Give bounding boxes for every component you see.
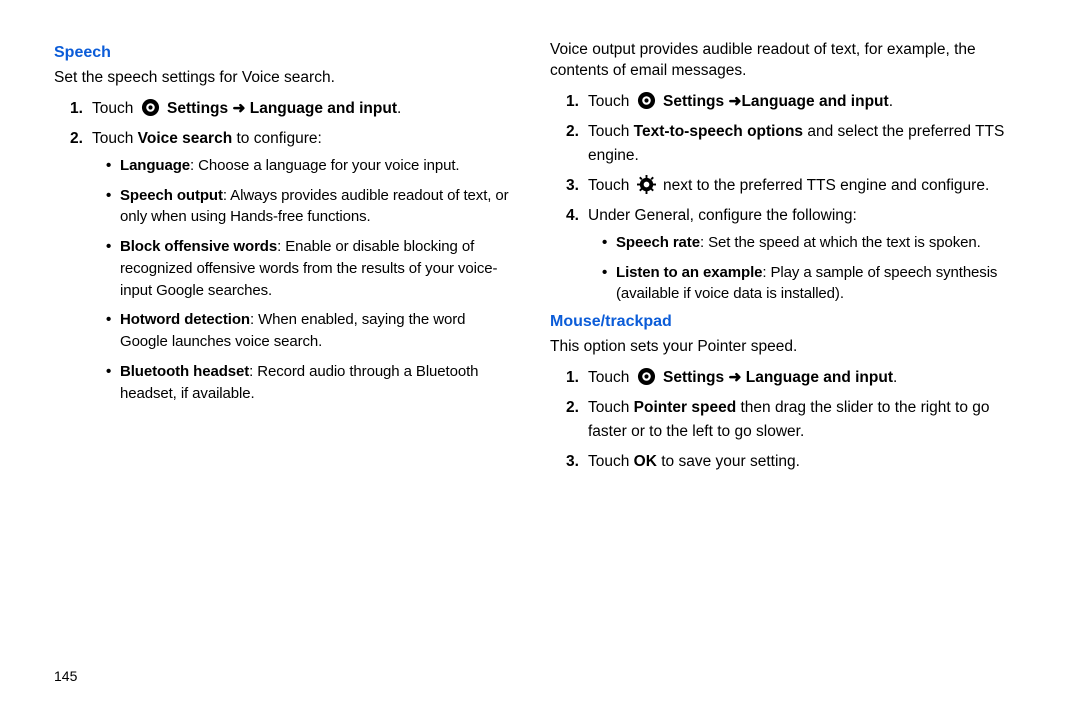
- bold-tts-options: Text-to-speech options: [634, 123, 803, 140]
- body-text: next to the preferred TTS engine and con…: [663, 177, 989, 194]
- body-text: Touch: [588, 399, 634, 416]
- body-text: Touch: [588, 123, 634, 140]
- step-number: 2.: [566, 120, 579, 144]
- list-item: Bluetooth headset: Record audio through …: [106, 361, 514, 405]
- list-item: Hotword detection: When enabled, saying …: [106, 309, 514, 353]
- speech-steps: 1. Touch Settings ➜ Language and input. …: [54, 97, 514, 405]
- list-item: Block offensive words: Enable or disable…: [106, 236, 514, 301]
- page-number: 145: [54, 668, 77, 684]
- general-bullets: Speech rate: Set the speed at which the …: [588, 232, 1026, 305]
- bold-pointer-speed: Pointer speed: [634, 399, 737, 416]
- list-item: Speech rate: Set the speed at which the …: [602, 232, 1026, 254]
- step-3: 3. Touch: [566, 174, 1026, 198]
- heading-mouse-trackpad: Mouse/trackpad: [550, 313, 1026, 331]
- body-text: to save your setting.: [657, 453, 800, 470]
- bullet-bold: Speech output: [120, 187, 223, 204]
- bold-lang-input: Language and input: [245, 100, 397, 117]
- step-number: 3.: [566, 174, 579, 198]
- step-number: 4.: [566, 204, 579, 228]
- gear-icon: [637, 175, 656, 194]
- bold-ok: OK: [634, 453, 657, 470]
- step-1: 1. Touch Settings ➜Language and input.: [566, 90, 1026, 114]
- body-text: Touch: [92, 130, 138, 147]
- step-1: 1. Touch Settings ➜ Language and input.: [566, 366, 1026, 390]
- body-text: Touch: [92, 100, 138, 117]
- mouse-steps: 1. Touch Settings ➜ Language and input. …: [550, 366, 1026, 474]
- body-text: Touch: [588, 93, 634, 110]
- step-2: 2. Touch Voice search to configure: Lang…: [70, 127, 514, 405]
- manual-page: Speech Set the speech settings for Voice…: [0, 0, 1080, 720]
- bold-voice-search: Voice search: [138, 130, 233, 147]
- step-2: 2. Touch Pointer speed then drag the sli…: [566, 396, 1026, 444]
- heading-speech: Speech: [54, 44, 514, 62]
- bold-settings: Settings: [663, 93, 728, 110]
- body-text: .: [397, 100, 401, 117]
- bold-settings: Settings: [663, 369, 728, 386]
- bold-lang-input: Language and input: [741, 93, 888, 110]
- step-number: 2.: [566, 396, 579, 420]
- arrow-icon: ➜: [728, 93, 741, 110]
- bullet-bold: Bluetooth headset: [120, 363, 249, 380]
- speech-intro: Set the speech settings for Voice search…: [54, 68, 514, 89]
- bullet-bold: Language: [120, 157, 190, 174]
- body-text: Touch: [588, 453, 634, 470]
- step-4: 4. Under General, configure the followin…: [566, 204, 1026, 305]
- bullet-bold: Speech rate: [616, 234, 700, 251]
- settings-icon: [637, 367, 656, 386]
- body-text: .: [893, 369, 897, 386]
- right-column: Voice output provides audible readout of…: [540, 40, 1026, 700]
- step-number: 1.: [70, 97, 83, 121]
- arrow-icon: ➜: [232, 100, 245, 117]
- body-text: Under General, configure the following:: [588, 207, 857, 224]
- speech-bullets: Language: Choose a language for your voi…: [92, 155, 514, 405]
- list-item: Speech output: Always provides audible r…: [106, 185, 514, 229]
- list-item: Listen to an example: Play a sample of s…: [602, 262, 1026, 306]
- settings-icon: [141, 98, 160, 117]
- step-number: 1.: [566, 90, 579, 114]
- tts-steps: 1. Touch Settings ➜Language and input. 2…: [550, 90, 1026, 305]
- step-1: 1. Touch Settings ➜ Language and input.: [70, 97, 514, 121]
- step-number: 2.: [70, 127, 83, 151]
- bold-lang-input: Language and input: [741, 369, 893, 386]
- body-text: Touch: [588, 177, 634, 194]
- mouse-intro: This option sets your Pointer speed.: [550, 337, 1026, 358]
- bullet-text: : Set the speed at which the text is spo…: [700, 234, 981, 251]
- bullet-text: : Choose a language for your voice input…: [190, 157, 459, 174]
- step-number: 1.: [566, 366, 579, 390]
- body-text: Touch: [588, 369, 634, 386]
- bullet-bold: Listen to an example: [616, 264, 762, 281]
- body-text: to configure:: [232, 130, 322, 147]
- step-3: 3. Touch OK to save your setting.: [566, 450, 1026, 474]
- list-item: Language: Choose a language for your voi…: [106, 155, 514, 177]
- step-2: 2. Touch Text-to-speech options and sele…: [566, 120, 1026, 168]
- step-number: 3.: [566, 450, 579, 474]
- settings-icon: [637, 91, 656, 110]
- voice-output-intro: Voice output provides audible readout of…: [550, 40, 1026, 82]
- left-column: Speech Set the speech settings for Voice…: [54, 40, 540, 700]
- bullet-bold: Block offensive words: [120, 238, 277, 255]
- body-text: .: [889, 93, 893, 110]
- arrow-icon: ➜: [728, 369, 741, 386]
- bold-settings: Settings: [167, 100, 232, 117]
- bullet-bold: Hotword detection: [120, 311, 250, 328]
